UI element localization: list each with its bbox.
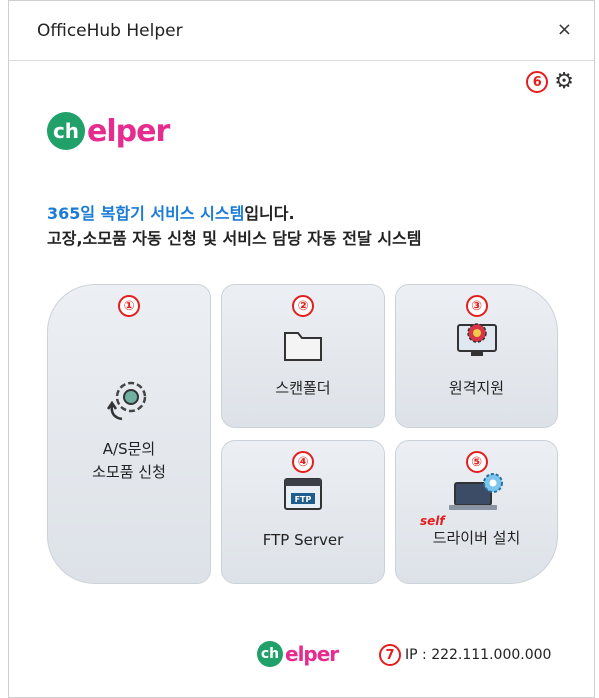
helper-logo: ch elper (47, 111, 170, 151)
intro-line-1: 365일 복합기 서비스 시스템입니다. (47, 201, 421, 226)
gear-cycle-icon (106, 381, 147, 421)
tile-driver-install[interactable]: ⑤ self 드라이버 설치 (395, 440, 558, 584)
gear-icon[interactable]: ⚙ (554, 71, 574, 93)
logo-mark: ch (47, 112, 85, 150)
ip-text: IP : 222.111.000.000 (405, 647, 552, 663)
tile-remote-label: 원격지원 (448, 379, 505, 397)
intro-highlight: 365일 복합기 서비스 시스템 (47, 204, 245, 223)
monitor-gear-icon (456, 323, 497, 356)
intro-line-1-rest: 입니다. (244, 204, 295, 223)
footer-logo: ch elper (257, 641, 339, 667)
marker-3: ③ (465, 295, 488, 317)
tile-scan-folder[interactable]: ② 스캔폴더 (221, 284, 385, 428)
marker-6: 6 (526, 71, 549, 93)
window-title: OfficeHub Helper (37, 21, 183, 41)
logo-text: elper (87, 113, 170, 149)
marker-7: 7 (379, 644, 401, 666)
marker-4: ④ (292, 451, 314, 473)
title-bar: OfficeHub Helper × (9, 1, 594, 61)
footer-logo-text: elper (285, 642, 339, 666)
close-button[interactable]: × (557, 19, 572, 40)
tile-driver-label: 드라이버 설치 (432, 529, 521, 547)
folder-icon (284, 332, 322, 361)
tile-as-request[interactable]: ① A/S문의 소모품 신청 (47, 284, 211, 584)
intro-text: 365일 복합기 서비스 시스템입니다. 고장,소모품 자동 신청 및 서비스 … (47, 201, 421, 251)
tile-ftp-label: FTP Server (262, 531, 344, 549)
tile-remote-support[interactable]: ③ 원격지원 (395, 284, 558, 428)
self-tag: self (420, 514, 445, 528)
ftp-window-icon: FTP (284, 478, 322, 510)
marker-2: ② (292, 295, 314, 317)
settings-area: 6 ⚙ (526, 71, 574, 93)
intro-line-2: 고장,소모품 자동 신청 및 서비스 담당 자동 전달 시스템 (47, 229, 422, 248)
tile-ftp-server[interactable]: ④ FTP FTP Server (221, 440, 385, 584)
marker-1: ① (118, 295, 140, 317)
tile-as-label-2: 소모품 신청 (92, 463, 166, 481)
tile-scan-label: 스캔폴더 (275, 379, 331, 397)
tile-as-label-1: A/S문의 (102, 440, 156, 458)
ip-display: 7 IP : 222.111.000.000 (379, 644, 551, 666)
laptop-gear-icon (448, 473, 503, 510)
app-window: OfficeHub Helper × 6 ⚙ ch elper 365일 복합기… (8, 0, 595, 698)
footer-logo-mark: ch (257, 641, 283, 667)
ftp-icon-text: FTP (295, 495, 312, 504)
marker-5: ⑤ (465, 451, 488, 473)
